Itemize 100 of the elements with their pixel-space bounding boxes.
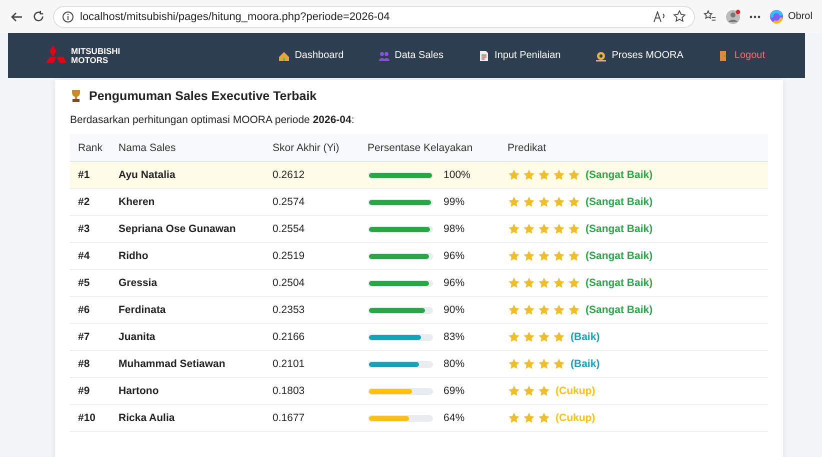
star-icon [538, 358, 550, 370]
name-cell: Ferdinata [110, 296, 265, 324]
star-icon [522, 250, 535, 262]
rank-cell: #7 [70, 324, 111, 350]
percent-text: 96% [444, 277, 465, 289]
star-icon [522, 169, 535, 181]
score-cell: 0.2519 [264, 242, 360, 270]
star-icon [508, 385, 520, 397]
gear-icon [594, 50, 607, 62]
percent-text: 83% [444, 331, 465, 343]
nav-link[interactable]: Input Penilaian [478, 50, 561, 62]
star-icon [552, 223, 565, 235]
star-icon [538, 223, 550, 235]
column-header: Nama Sales [110, 134, 265, 162]
favorites-icon[interactable] [703, 10, 717, 23]
nav-link[interactable]: Data Sales [378, 50, 444, 62]
star-icon [522, 358, 535, 370]
nav-link[interactable]: Dashboard [278, 50, 344, 62]
copilot-icon[interactable] [769, 9, 784, 24]
percent-text: 69% [444, 385, 465, 397]
star-icon [552, 250, 565, 262]
rank-cell: #3 [70, 216, 111, 242]
people-icon [378, 50, 390, 62]
column-header: Skor Akhir (Yi) [264, 134, 360, 162]
predikat-label: (Sangat Baik) [586, 223, 653, 235]
card-title: Pengumuman Sales Executive Terbaik [89, 89, 317, 103]
star-icon [552, 304, 565, 316]
star-icon [552, 196, 565, 208]
predikat-label: (Sangat Baik) [586, 250, 653, 262]
star-icon [508, 331, 520, 343]
percent-text: 80% [444, 358, 465, 370]
column-header: Rank [70, 134, 111, 162]
info-icon[interactable] [62, 10, 74, 22]
percent-text: 64% [444, 412, 465, 424]
trophy-icon [70, 89, 82, 103]
percent-text: 90% [444, 304, 465, 316]
more-icon[interactable] [749, 14, 761, 18]
star-icon [508, 196, 520, 208]
star-icon [508, 223, 520, 235]
predikat-label: (Sangat Baik) [586, 169, 653, 181]
document-icon [478, 50, 490, 62]
star-icon [508, 304, 520, 316]
column-header: Persentase Kelayakan [360, 134, 500, 162]
predikat-label: (Baik) [570, 331, 600, 343]
predikat-label: (Baik) [570, 358, 600, 370]
star-icon [568, 223, 580, 235]
star-icon [522, 385, 535, 397]
predikat-label: (Sangat Baik) [586, 277, 653, 289]
column-header: Predikat [500, 134, 768, 162]
star-icon [568, 169, 580, 181]
brand-text: MITSUBISHI [71, 46, 120, 56]
star-icon [522, 277, 535, 289]
star-icon [568, 277, 580, 289]
reload-icon[interactable] [32, 10, 45, 23]
star-icon [538, 169, 550, 181]
star-icon [552, 358, 565, 370]
nav-link[interactable]: Proses MOORA [594, 50, 684, 62]
star-icon [552, 169, 565, 181]
name-cell: Hartono [110, 378, 265, 404]
star-icon [522, 196, 535, 208]
score-cell: 0.2554 [264, 216, 360, 242]
star-icon [552, 277, 565, 289]
star-icon[interactable] [673, 10, 686, 23]
star-icon [522, 223, 535, 235]
star-icon [508, 277, 520, 289]
star-icon [538, 277, 550, 289]
star-icon [522, 412, 535, 424]
star-icon [522, 331, 535, 343]
rank-cell: #6 [70, 296, 111, 324]
name-cell: Gressia [110, 270, 265, 296]
star-icon [522, 304, 535, 316]
star-icon [538, 412, 550, 424]
url-text: localhost/mitsubishi/pages/hitung_moora.php?periode=2026-04 [80, 10, 390, 22]
star-icon [508, 358, 520, 370]
predikat-label: (Sangat Baik) [586, 304, 653, 316]
nav-link[interactable]: Logout [717, 50, 765, 62]
star-icon [568, 304, 580, 316]
star-icon [508, 412, 520, 424]
rank-cell: #10 [70, 404, 111, 432]
copilot-label[interactable]: Obrol [788, 11, 812, 22]
brand-text: MOTORS [71, 56, 110, 64]
profile-icon[interactable] [725, 8, 741, 24]
star-icon [568, 196, 580, 208]
predikat-label: (Sangat Baik) [586, 196, 653, 208]
star-icon [568, 250, 580, 262]
star-icon [538, 196, 550, 208]
percent-text: 100% [444, 169, 470, 181]
read-aloud-icon[interactable] [653, 10, 667, 22]
rank-cell: #2 [70, 188, 111, 216]
score-cell: 0.2101 [264, 350, 360, 378]
star-icon [552, 331, 565, 343]
name-cell: Ayu Natalia [110, 162, 265, 188]
star-icon [538, 250, 550, 262]
score-cell: 0.2504 [264, 270, 360, 296]
star-icon [538, 331, 550, 343]
star-icon [538, 304, 550, 316]
score-cell: 0.2574 [264, 188, 360, 216]
address-bar[interactable]: localhost/mitsubishi/pages/hitung_moora.php?periode=2026-04 [53, 6, 695, 28]
score-cell: 0.1677 [264, 404, 360, 432]
back-icon[interactable] [10, 10, 24, 24]
